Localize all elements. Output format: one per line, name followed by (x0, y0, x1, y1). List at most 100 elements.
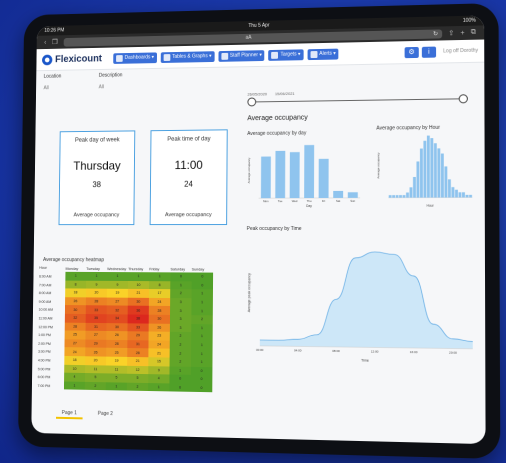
heatmap-cell: 10 (64, 364, 85, 373)
tablet-frame: 10:26 PM Thu 5 Apr 100% ‹ ❐ aA ↻ ⇪ + ⧉ F… (18, 3, 500, 459)
bar (403, 195, 406, 198)
tablet-screen: 10:26 PM Thu 5 Apr 100% ‹ ❐ aA ↻ ⇪ + ⧉ F… (31, 15, 485, 444)
heatmap-cell: 2 (170, 289, 191, 298)
bar (290, 152, 300, 198)
heatmap-cell: 3 (170, 306, 191, 315)
x-tick-label: Thu (307, 199, 312, 203)
person-icon (221, 52, 228, 59)
location-dropdown[interactable]: All (44, 85, 62, 91)
location-filter[interactable]: Location All (44, 74, 62, 92)
heatmap-cell: 20 (86, 289, 107, 298)
heatmap-cell: 0 (192, 281, 213, 290)
heatmap-cell: 3 (170, 315, 191, 324)
heatmap-cell: 9 (148, 366, 169, 375)
kpi-peak-time: Peak time of day 11:00 24 Average occupa… (150, 129, 228, 225)
bar (448, 179, 451, 197)
nav-staff-planner[interactable]: Staff Planner ▾ (218, 50, 265, 62)
description-dropdown[interactable]: All (99, 84, 123, 90)
slider-start-handle[interactable] (247, 97, 256, 106)
x-tick-label: 20:00 (449, 350, 457, 354)
y-axis-label: Average occupancy (376, 152, 380, 179)
bar (261, 157, 271, 199)
x-tick-label: Tue (278, 199, 283, 203)
heatmap-cell: 38 (128, 314, 149, 323)
nav-tables-graphs[interactable]: Tables & Graphs ▾ (161, 51, 215, 63)
date-range-slider[interactable] (247, 94, 468, 107)
heatmap-cell: 1 (149, 272, 170, 281)
nav-targets[interactable]: Targets ▾ (269, 49, 304, 61)
share-icon[interactable]: ⇪ (448, 29, 454, 37)
section-title: Average occupancy (247, 115, 307, 123)
x-tick-label: Wed (292, 199, 298, 203)
heatmap-hour-label: 6:00 PM (38, 373, 53, 382)
heatmap-cell: 0 (169, 383, 190, 392)
back-icon[interactable]: ‹ (44, 39, 46, 46)
heatmap-cell: 1 (191, 290, 212, 299)
heatmap-day-label: Friday (149, 267, 170, 271)
heatmap-day-label: Tuesday (86, 267, 107, 271)
heatmap-cell: 19 (107, 289, 128, 298)
new-tab-icon[interactable]: + (460, 29, 464, 36)
heatmap-cell: 31 (86, 322, 107, 331)
gear-icon[interactable]: ⚙ (404, 46, 418, 57)
heatmap-cell: 1 (169, 366, 190, 375)
heatmap-hour-label: 7:00 AM (39, 281, 54, 289)
heatmap-cell: 0 (192, 272, 213, 281)
heatmap-corner-label: Hour (39, 266, 47, 270)
bar (451, 187, 454, 197)
heatmap-cell: 5 (85, 373, 106, 382)
bar (348, 192, 358, 198)
nav-right: ⚙ i Log off Dorothy (404, 45, 478, 58)
book-icon[interactable]: ❐ (52, 38, 58, 46)
heatmap-cell: 8 (149, 281, 170, 290)
heatmap-cell: 0 (191, 366, 213, 375)
target-icon (272, 51, 279, 58)
x-axis-label: Hour (427, 204, 434, 208)
chart-occupancy-by-day: Mon Tue Wed Thu Fri Sat Sun Day Average occupanc… (245, 136, 364, 208)
heatmap-cell: 2 (127, 382, 148, 391)
heatmap-cell: 3 (170, 323, 191, 332)
heatmap-cell: 1 (128, 272, 149, 281)
heatmap-hour-label: 5:00 PM (38, 365, 53, 374)
heatmap-cell: 27 (107, 297, 128, 306)
heatmap-cell: 2 (170, 340, 191, 349)
bar (427, 136, 430, 198)
heatmap-cell: 1 (86, 272, 107, 281)
info-button[interactable]: i (422, 46, 436, 57)
heatmap-cell: 33 (86, 306, 107, 315)
heatmap-cell: 30 (65, 305, 86, 314)
app-logo[interactable]: Flexicount (42, 53, 102, 65)
heatmap-cell: 1 (191, 298, 212, 307)
heatmap-cell: 19 (106, 357, 127, 366)
heatmap-cell: 18 (64, 356, 85, 365)
filters: Location All Description All (44, 72, 123, 91)
heatmap-cell: 27 (64, 339, 85, 348)
logout-link[interactable]: Log off Dorothy (443, 48, 478, 55)
heatmap-hour-label: 3:00 PM (38, 348, 53, 357)
tab-page-1[interactable]: Page 1 (56, 409, 83, 419)
kpi-title: Peak day of week (61, 137, 135, 144)
bar (466, 195, 469, 198)
heatmap-hour-label: 6:00 AM (39, 273, 54, 281)
heatmap-day-headers: Monday Tuesday Wednesday Thursday Friday Satu… (65, 267, 213, 272)
chart-peak-by-time: 00:00 04:00 08:00 12:00 16:00 20:00 Time Averag… (244, 232, 477, 365)
page-tabs: Page 1 Page 2 (56, 409, 119, 420)
bar (423, 141, 426, 198)
heatmap-cell: 0 (191, 375, 213, 384)
x-axis-label: Time (361, 358, 369, 362)
status-battery: 100% (463, 18, 476, 24)
nav-dashboards[interactable]: Dashboards ▾ (113, 52, 157, 64)
tab-page-2[interactable]: Page 2 (92, 410, 119, 421)
kpi-value: 24 (151, 180, 226, 189)
reload-icon[interactable]: ↻ (433, 30, 438, 37)
x-tick-label: 00:00 (256, 348, 264, 352)
slider-end-handle[interactable] (459, 94, 468, 103)
heatmap-cell: 24 (149, 298, 170, 307)
heatmap-cell: 32 (65, 314, 86, 323)
description-filter[interactable]: Description All (99, 72, 123, 90)
nav-alerts[interactable]: Alerts ▾ (307, 48, 338, 60)
heatmap-cell: 9 (86, 280, 107, 289)
tabs-icon[interactable]: ⧉ (471, 29, 476, 37)
heatmap-cell: 32 (107, 306, 128, 315)
heatmap-hour-label: 2:00 PM (38, 340, 53, 349)
